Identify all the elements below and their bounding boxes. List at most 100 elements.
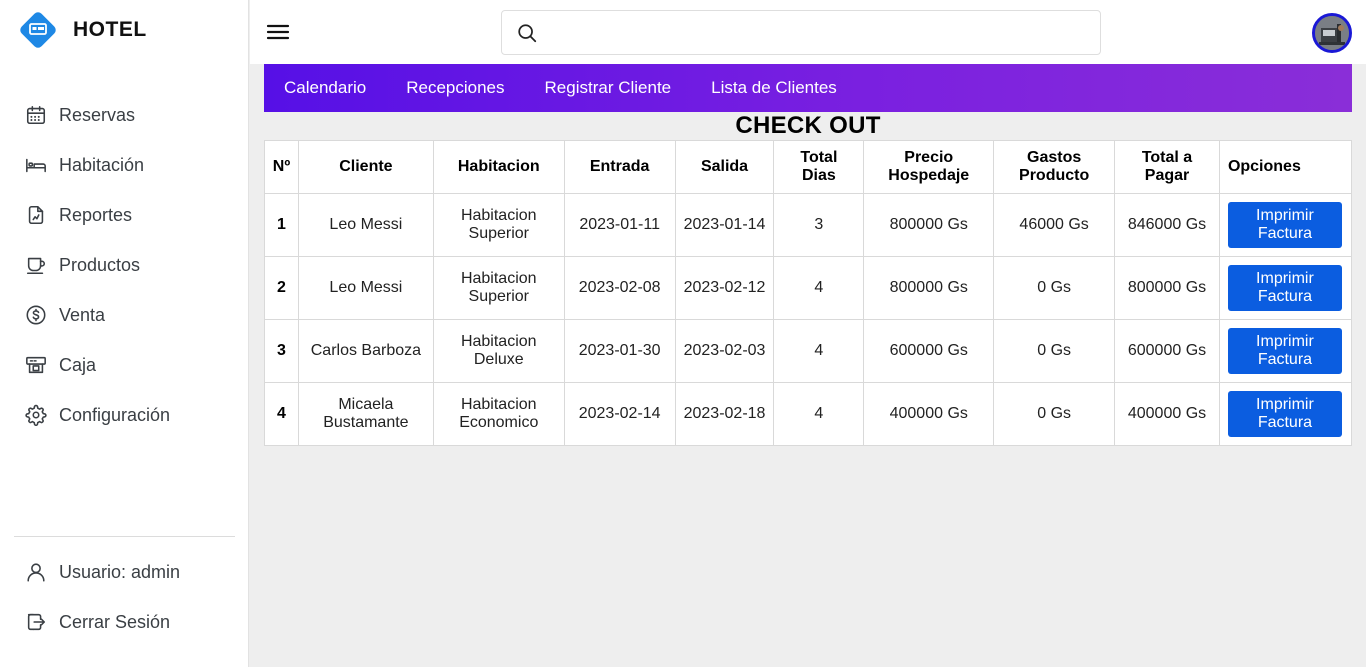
gear-icon — [24, 403, 48, 427]
button-text: Factura — [1257, 351, 1313, 368]
cell-habitacion: Habitacion Economico — [432, 382, 565, 446]
cell-gastos: 46000 Gs — [993, 193, 1116, 257]
page-title: CHECK OUT — [735, 112, 881, 139]
header-text: Pagar — [1144, 167, 1190, 184]
tab-calendario[interactable]: Calendario — [264, 64, 386, 112]
user-icon — [24, 560, 48, 584]
dollar-icon — [24, 303, 48, 327]
brand-title: HOTEL — [73, 18, 147, 41]
button-text: Factura — [1257, 414, 1313, 431]
cell-precio: 800000 Gs — [863, 193, 995, 257]
button-text: Factura — [1257, 225, 1313, 242]
cell-opciones: Imprimir Factura — [1218, 382, 1353, 446]
cell-n: 3 — [264, 319, 299, 383]
sidebar-item-label: Productos — [59, 254, 141, 275]
print-invoice-button[interactable]: Imprimir Factura — [1227, 391, 1342, 437]
button-text: Factura — [1257, 288, 1313, 305]
sidebar-item-label: Configuración — [59, 404, 171, 425]
cell-text: Leo Messi — [329, 216, 403, 233]
header-text: Precio — [904, 149, 954, 166]
sidebar-item-reservas[interactable]: Reservas — [0, 90, 249, 140]
sidebar: HOTEL Reservas Habitación Reportes Produ… — [0, 0, 249, 667]
table-header-row: Nº Cliente Habitacion Entrada Salida Tot… — [264, 140, 1353, 194]
print-invoice-button[interactable]: Imprimir Factura — [1227, 265, 1342, 311]
sidebar-item-caja[interactable]: Caja — [0, 340, 249, 390]
sidebar-item-reportes[interactable]: Reportes — [0, 190, 249, 240]
hamburger-menu-icon[interactable] — [266, 20, 290, 44]
sidebar-item-cerrar-sesion[interactable]: Cerrar Sesión — [0, 597, 249, 647]
header-text: Total a — [1141, 149, 1193, 166]
bed-icon — [24, 153, 48, 177]
cell-entrada: 2023-02-08 — [563, 256, 676, 320]
cell-text: Economico — [459, 414, 539, 431]
cell-total: 846000 Gs — [1114, 193, 1220, 257]
cell-entrada: 2023-01-11 — [563, 193, 676, 257]
sidebar-item-venta[interactable]: Venta — [0, 290, 249, 340]
cell-n: 1 — [264, 193, 299, 257]
search-bar — [501, 10, 1101, 55]
cell-n: 2 — [264, 256, 299, 320]
header-habitacion: Habitacion — [432, 140, 565, 194]
cell-text: Superior — [468, 225, 529, 242]
button-text: Imprimir — [1256, 333, 1314, 350]
sidebar-item-habitacion[interactable]: Habitación — [0, 140, 249, 190]
header-n: Nº — [264, 140, 299, 194]
button-text: Imprimir — [1256, 396, 1314, 413]
tab-registrar-cliente[interactable]: Registrar Cliente — [525, 64, 692, 112]
search-input[interactable] — [546, 19, 1086, 47]
cell-cliente: Carlos Barboza — [297, 319, 434, 383]
header-gastos-producto: Gastos Producto — [993, 140, 1116, 194]
header-total-dias: Total Dias — [773, 140, 865, 194]
brand[interactable]: HOTEL — [18, 10, 147, 50]
cell-text: Carlos Barboza — [310, 342, 422, 359]
sidebar-item-productos[interactable]: Productos — [0, 240, 249, 290]
button-text: Imprimir — [1256, 270, 1314, 287]
cell-total-dias: 4 — [773, 382, 865, 446]
topbar — [250, 0, 1366, 64]
cell-cliente: Leo Messi — [297, 256, 434, 320]
cell-precio: 600000 Gs — [863, 319, 995, 383]
tab-lista-de-clientes[interactable]: Lista de Clientes — [691, 64, 857, 112]
cell-cliente: Leo Messi — [297, 193, 434, 257]
cell-text: Bustamante — [323, 414, 409, 431]
cell-text: Leo Messi — [329, 279, 403, 296]
header-text: Total — [800, 149, 838, 166]
tab-bar: Calendario Recepciones Registrar Cliente… — [264, 64, 1352, 112]
report-icon — [24, 203, 48, 227]
cell-total-dias: 4 — [773, 319, 865, 383]
avatar[interactable] — [1312, 13, 1352, 53]
sidebar-item-label: Habitación — [59, 154, 145, 175]
cell-salida: 2023-02-12 — [674, 256, 775, 320]
table-row: 2 Leo Messi Habitacion Superior 2023-02-0… — [264, 256, 1353, 320]
cell-text: Habitacion — [460, 207, 537, 224]
header-text: Dias — [801, 167, 836, 184]
cell-text: Habitacion — [460, 270, 537, 287]
cell-precio: 800000 Gs — [863, 256, 995, 320]
table-row: 4 Micaela Bustamante Habitacion Economico … — [264, 382, 1353, 446]
hotel-logo-icon — [18, 10, 58, 50]
header-opciones: Opciones — [1218, 140, 1353, 194]
cell-gastos: 0 Gs — [993, 256, 1116, 320]
cell-gastos: 0 Gs — [993, 382, 1116, 446]
tab-recepciones[interactable]: Recepciones — [386, 64, 524, 112]
logout-icon — [24, 610, 48, 634]
cell-gastos: 0 Gs — [993, 319, 1116, 383]
cell-salida: 2023-02-18 — [674, 382, 775, 446]
header-text: Hospedaje — [888, 167, 970, 184]
cell-cliente: Micaela Bustamante — [297, 382, 434, 446]
cell-text: Habitacion — [460, 333, 537, 350]
search-icon[interactable] — [516, 22, 538, 49]
cell-opciones: Imprimir Factura — [1218, 193, 1353, 257]
cell-total: 800000 Gs — [1114, 256, 1220, 320]
cell-entrada: 2023-02-14 — [563, 382, 676, 446]
sidebar-divider — [14, 536, 235, 537]
print-invoice-button[interactable]: Imprimir Factura — [1227, 328, 1342, 374]
sidebar-item-label: Caja — [59, 354, 97, 375]
sidebar-item-usuario[interactable]: Usuario: admin — [0, 547, 249, 597]
print-invoice-button[interactable]: Imprimir Factura — [1227, 202, 1342, 248]
cell-precio: 400000 Gs — [863, 382, 995, 446]
cell-n: 4 — [264, 382, 299, 446]
cell-entrada: 2023-01-30 — [563, 319, 676, 383]
table-row: 1 Leo Messi Habitacion Superior 2023-01-1… — [264, 193, 1353, 257]
sidebar-item-configuracion[interactable]: Configuración — [0, 390, 249, 440]
